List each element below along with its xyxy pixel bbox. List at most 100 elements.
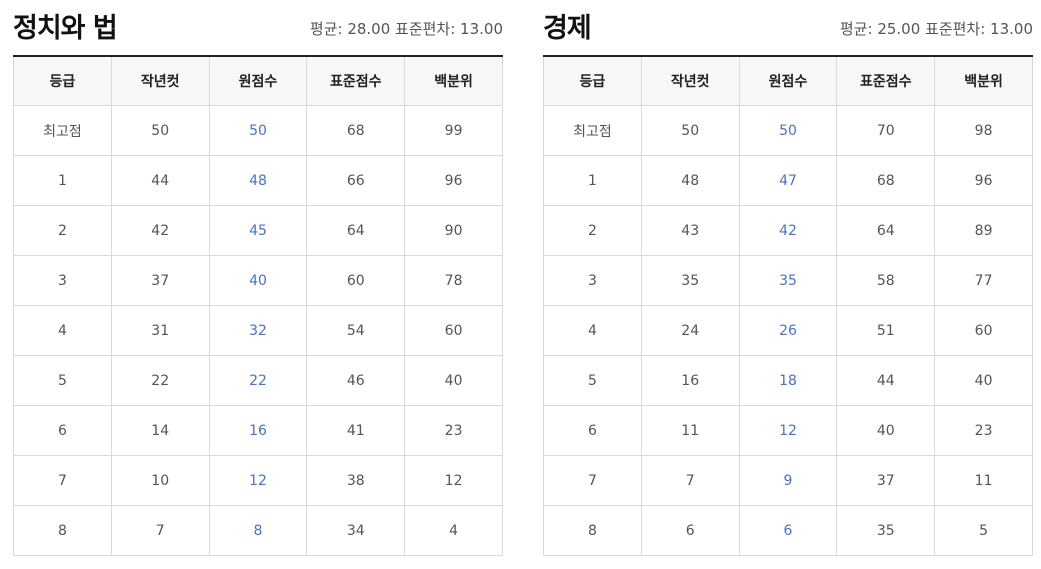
table-row: 6 14 16 41 23 (13, 405, 503, 456)
last-year-cut-cell: 42 (110, 205, 210, 256)
grade-cell: 6 (13, 405, 112, 456)
table-body: 최고점 50 50 68 99 1 44 48 66 96 2 42 45 64 90 3 37 40 60 78 4 3… (13, 105, 503, 556)
raw-score-cell: 8 (208, 505, 308, 556)
column-header-standard-score: 표준점수 (306, 55, 406, 106)
raw-score-cell: 40 (208, 255, 308, 306)
column-header-raw-score: 원점수 (208, 55, 308, 106)
grade-cell: 최고점 (13, 105, 112, 156)
grade-cut-table: 등급 작년컷 원점수 표준점수 백분위 최고점 50 50 70 98 1 48 47 68 96… (543, 55, 1033, 556)
subject-title: 경제 (543, 13, 592, 44)
raw-score-cell: 32 (208, 305, 308, 356)
standard-score-cell: 34 (306, 505, 406, 556)
table-header-row: 등급 작년컷 원점수 표준점수 백분위 (13, 55, 503, 106)
table-row: 1 48 47 68 96 (543, 155, 1033, 206)
raw-score-cell: 9 (738, 455, 838, 506)
subject-panel-economics: 경제 평균: 25.00 표준편차: 13.00 등급 작년컷 원점수 표준점수… (543, 0, 1033, 556)
standard-score-cell: 66 (306, 155, 406, 206)
table-row: 2 43 42 64 89 (543, 205, 1033, 256)
grade-cell: 6 (543, 405, 642, 456)
last-year-cut-cell: 7 (110, 505, 210, 556)
table-body: 최고점 50 50 70 98 1 48 47 68 96 2 43 42 64 89 3 35 35 58 77 4 2… (543, 105, 1033, 556)
standard-score-cell: 44 (836, 355, 936, 406)
table-row: 7 7 9 37 11 (543, 455, 1033, 506)
standard-score-cell: 68 (836, 155, 936, 206)
percentile-cell: 99 (404, 105, 503, 156)
table-header-row: 등급 작년컷 원점수 표준점수 백분위 (543, 55, 1033, 106)
table-row: 1 44 48 66 96 (13, 155, 503, 206)
percentile-cell: 40 (404, 355, 503, 406)
percentile-cell: 96 (934, 155, 1033, 206)
standard-score-cell: 64 (836, 205, 936, 256)
grade-cell: 5 (13, 355, 112, 406)
percentile-cell: 78 (404, 255, 503, 306)
raw-score-cell: 45 (208, 205, 308, 256)
percentile-cell: 23 (404, 405, 503, 456)
last-year-cut-cell: 31 (110, 305, 210, 356)
grade-cell: 8 (13, 505, 112, 556)
percentile-cell: 60 (934, 305, 1033, 356)
last-year-cut-cell: 35 (640, 255, 740, 306)
grade-cell: 7 (543, 455, 642, 506)
percentile-cell: 96 (404, 155, 503, 206)
table-row: 4 24 26 51 60 (543, 305, 1033, 356)
column-header-grade: 등급 (543, 55, 642, 106)
standard-score-cell: 46 (306, 355, 406, 406)
table-row: 8 7 8 34 4 (13, 505, 503, 556)
table-row: 2 42 45 64 90 (13, 205, 503, 256)
table-row: 3 37 40 60 78 (13, 255, 503, 306)
panel-header: 경제 평균: 25.00 표준편차: 13.00 (543, 0, 1033, 55)
last-year-cut-cell: 14 (110, 405, 210, 456)
grade-cell: 3 (543, 255, 642, 306)
column-header-percentile: 백분위 (934, 55, 1033, 106)
subject-stats: 평균: 25.00 표준편차: 13.00 (839, 20, 1033, 38)
raw-score-cell: 12 (738, 405, 838, 456)
table-row: 8 6 6 35 5 (543, 505, 1033, 556)
grade-cell: 4 (13, 305, 112, 356)
standard-score-cell: 58 (836, 255, 936, 306)
column-header-percentile: 백분위 (404, 55, 503, 106)
raw-score-cell: 48 (208, 155, 308, 206)
column-header-standard-score: 표준점수 (836, 55, 936, 106)
last-year-cut-cell: 24 (640, 305, 740, 356)
percentile-cell: 89 (934, 205, 1033, 256)
last-year-cut-cell: 11 (640, 405, 740, 456)
last-year-cut-cell: 44 (110, 155, 210, 206)
standard-score-cell: 41 (306, 405, 406, 456)
standard-score-cell: 70 (836, 105, 936, 156)
last-year-cut-cell: 16 (640, 355, 740, 406)
standard-score-cell: 51 (836, 305, 936, 356)
grade-cell: 1 (13, 155, 112, 206)
standard-score-cell: 37 (836, 455, 936, 506)
percentile-cell: 23 (934, 405, 1033, 456)
grade-cut-table: 등급 작년컷 원점수 표준점수 백분위 최고점 50 50 68 99 1 44 48 66 96… (13, 55, 503, 556)
standard-score-cell: 60 (306, 255, 406, 306)
last-year-cut-cell: 43 (640, 205, 740, 256)
last-year-cut-cell: 22 (110, 355, 210, 406)
raw-score-cell: 22 (208, 355, 308, 406)
standard-score-cell: 68 (306, 105, 406, 156)
grade-cell: 4 (543, 305, 642, 356)
percentile-cell: 11 (934, 455, 1033, 506)
table-row: 최고점 50 50 70 98 (543, 105, 1033, 156)
subject-panel-politics-law: 정치와 법 평균: 28.00 표준편차: 13.00 등급 작년컷 원점수 표… (13, 0, 503, 556)
column-header-last-year-cut: 작년컷 (640, 55, 740, 106)
table-row: 6 11 12 40 23 (543, 405, 1033, 456)
raw-score-cell: 47 (738, 155, 838, 206)
grade-cell: 3 (13, 255, 112, 306)
raw-score-cell: 50 (208, 105, 308, 156)
table-row: 4 31 32 54 60 (13, 305, 503, 356)
subject-stats: 평균: 28.00 표준편차: 13.00 (309, 20, 503, 38)
standard-score-cell: 35 (836, 505, 936, 556)
last-year-cut-cell: 48 (640, 155, 740, 206)
last-year-cut-cell: 50 (110, 105, 210, 156)
panel-header: 정치와 법 평균: 28.00 표준편차: 13.00 (13, 0, 503, 55)
standard-score-cell: 54 (306, 305, 406, 356)
percentile-cell: 40 (934, 355, 1033, 406)
table-row: 5 16 18 44 40 (543, 355, 1033, 406)
grade-cell: 2 (13, 205, 112, 256)
standard-score-cell: 40 (836, 405, 936, 456)
subject-title: 정치와 법 (13, 13, 118, 44)
standard-score-cell: 38 (306, 455, 406, 506)
last-year-cut-cell: 6 (640, 505, 740, 556)
grade-cell: 2 (543, 205, 642, 256)
